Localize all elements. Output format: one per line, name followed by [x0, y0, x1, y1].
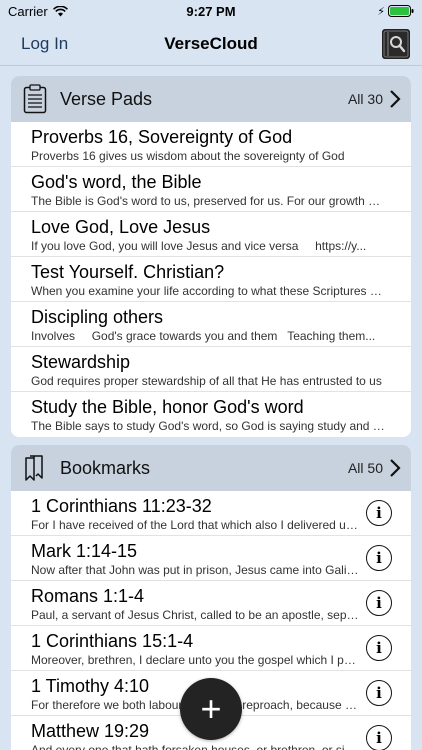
item-title: Test Yourself. Christian?: [31, 262, 225, 282]
item-title: Mark 1:14-15: [31, 541, 138, 561]
bookmarks-header[interactable]: Bookmarks All 50: [11, 445, 411, 491]
clipboard-icon: [21, 84, 49, 114]
info-icon[interactable]: i: [366, 680, 392, 706]
info-icon[interactable]: i: [366, 590, 392, 616]
item-title: Stewardship: [31, 352, 131, 372]
bookmarks-icon: [21, 453, 49, 483]
charging-icon: ⚡: [377, 5, 385, 18]
info-icon[interactable]: i: [366, 635, 392, 661]
list-item[interactable]: 1 Corinthians 11:23-32 For I have receiv…: [11, 491, 411, 536]
bookmarks-title: Bookmarks: [60, 457, 151, 478]
list-item[interactable]: Love God, Love Jesus If you love God, yo…: [11, 212, 411, 257]
verse-pads-list: Proverbs 16, Sovereignty of God Proverbs…: [11, 122, 411, 437]
bookmarks-count[interactable]: All 50: [348, 460, 383, 476]
item-subtitle: Now after that John was put in prison, J…: [31, 563, 359, 577]
list-item[interactable]: Romans 1:1-4 Paul, a servant of Jesus Ch…: [11, 581, 411, 626]
list-item[interactable]: 1 Corinthians 15:1-4 Moreover, brethren,…: [11, 626, 411, 671]
item-subtitle: If you love God, you will love Jesus and…: [31, 239, 367, 253]
info-icon[interactable]: i: [366, 725, 392, 750]
item-subtitle: God requires proper stewardship of all t…: [31, 374, 382, 388]
status-left: Carrier: [8, 4, 68, 19]
item-title: Proverbs 16, Sovereignty of God: [31, 127, 293, 147]
carrier-label: Carrier: [8, 3, 48, 19]
status-bar: Carrier 9:27 PM ⚡: [0, 0, 422, 22]
item-title: Study the Bible, honor God's word: [31, 397, 304, 417]
item-subtitle: The Bible says to study God's word, so G…: [31, 419, 386, 433]
status-right: ⚡: [377, 5, 414, 18]
item-subtitle: Paul, a servant of Jesus Christ, called …: [31, 608, 359, 622]
list-item[interactable]: Proverbs 16, Sovereignty of God Proverbs…: [11, 122, 411, 167]
list-item[interactable]: Discipling others Involves God's grace t…: [11, 302, 411, 347]
item-title: Romans 1:1-4: [31, 586, 145, 606]
list-item[interactable]: God's word, the Bible The Bible is God's…: [11, 167, 411, 212]
verse-pads-header[interactable]: Verse Pads All 30: [11, 76, 411, 122]
item-title: 1 Corinthians 11:23-32: [31, 496, 212, 516]
verse-pads-card: Verse Pads All 30 Proverbs 16, Sovereign…: [11, 76, 411, 437]
list-item[interactable]: Study the Bible, honor God's word The Bi…: [11, 392, 411, 437]
item-subtitle: And every one that hath forsaken houses,…: [31, 743, 359, 750]
list-item[interactable]: Stewardship God requires proper stewards…: [11, 347, 411, 392]
list-item[interactable]: Test Yourself. Christian? When you exami…: [11, 257, 411, 302]
nav-bar: Log In VerseCloud: [0, 22, 422, 66]
item-subtitle: Moreover, brethren, I declare unto you t…: [31, 653, 359, 667]
wifi-icon: [52, 5, 68, 17]
item-title: God's word, the Bible: [31, 172, 202, 192]
chevron-right-icon[interactable]: [389, 458, 403, 478]
item-subtitle: For I have received of the Lord that whi…: [31, 518, 359, 532]
item-subtitle: Involves God's grace towards you and the…: [31, 329, 376, 343]
item-title: Love God, Love Jesus: [31, 217, 211, 237]
info-icon[interactable]: i: [366, 545, 392, 571]
item-title: Discipling others: [31, 307, 164, 327]
item-title: 1 Corinthians 15:1-4: [31, 631, 194, 651]
login-button[interactable]: Log In: [21, 34, 68, 54]
list-item[interactable]: Mark 1:14-15 Now after that John was put…: [11, 536, 411, 581]
verse-pads-count[interactable]: All 30: [348, 91, 383, 107]
item-subtitle: Proverbs 16 gives us wisdom about the so…: [31, 149, 345, 163]
info-icon[interactable]: i: [366, 500, 392, 526]
chevron-right-icon[interactable]: [389, 89, 403, 109]
verse-pads-title: Verse Pads: [60, 88, 153, 109]
bible-search-icon[interactable]: [382, 28, 410, 59]
battery-icon: [388, 5, 414, 17]
item-subtitle: The Bible is God's word to us, preserved…: [31, 194, 386, 208]
item-subtitle: When you examine your life according to …: [31, 284, 386, 298]
add-button[interactable]: +: [180, 678, 242, 740]
